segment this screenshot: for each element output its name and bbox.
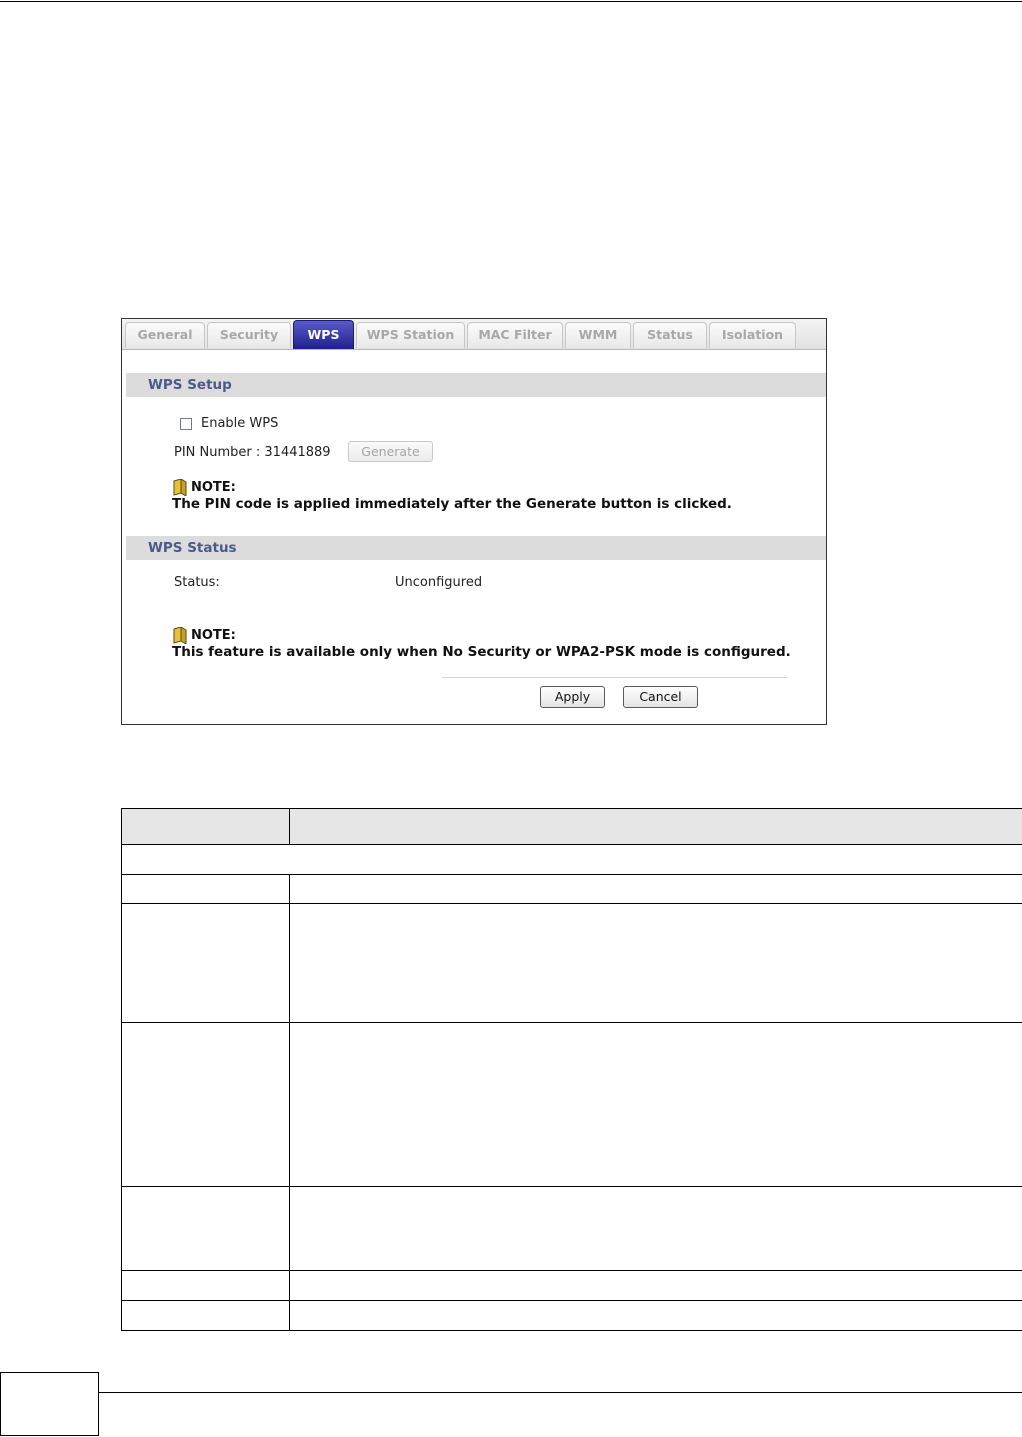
footer-rule (0, 1392, 1022, 1393)
table-row (121, 1022, 1022, 1187)
table-cell (121, 1186, 290, 1271)
table-row (121, 903, 1022, 1023)
apply-button[interactable]: Apply (540, 686, 605, 708)
page-number-box (0, 1372, 99, 1436)
tab-bar: General Security WPS WPS Station MAC Fil… (122, 319, 826, 350)
tab-security[interactable]: Security (207, 322, 291, 348)
tab-mac-filter[interactable]: MAC Filter (467, 322, 563, 348)
status-value: Unconfigured (395, 575, 483, 590)
table-cell (121, 903, 290, 1023)
enable-wps-label: Enable WPS (201, 416, 279, 431)
table-cell (121, 874, 290, 904)
table-cell (289, 1022, 1022, 1187)
wps-setup-header: WPS Setup (126, 373, 826, 397)
setup-note-text: The PIN code is applied immediately afte… (172, 496, 732, 512)
field-description-table (121, 808, 1022, 1331)
cancel-button[interactable]: Cancel (623, 686, 698, 708)
table-cell (121, 844, 1022, 875)
wps-screenshot: General Security WPS WPS Station MAC Fil… (121, 318, 827, 725)
table-row (121, 874, 1022, 904)
setup-note-title: NOTE: (191, 480, 236, 495)
table-cell (121, 1270, 290, 1301)
table-cell (289, 1186, 1022, 1271)
pin-number-label: PIN Number : 31441889 (174, 445, 331, 460)
table-cell (289, 874, 1022, 904)
table-row (121, 1300, 1022, 1331)
table-header-row (121, 808, 1022, 845)
note-icon (173, 479, 187, 496)
tab-isolation[interactable]: Isolation (709, 322, 796, 348)
status-label: Status: (174, 575, 220, 590)
table-cell (121, 1022, 290, 1187)
generate-button[interactable]: Generate (348, 441, 433, 462)
table-cell (121, 1300, 290, 1331)
table-row (121, 1270, 1022, 1301)
wps-status-header: WPS Status (126, 536, 826, 560)
tab-wmm[interactable]: WMM (565, 322, 631, 348)
tab-status[interactable]: Status (633, 322, 707, 348)
tab-general[interactable]: General (125, 322, 205, 348)
page-top-rule (0, 1, 1022, 2)
tab-wps[interactable]: WPS (293, 320, 354, 349)
status-note-text: This feature is available only when No S… (172, 644, 791, 660)
table-cell (289, 1270, 1022, 1301)
table-row (121, 844, 1022, 875)
table-cell (289, 1300, 1022, 1331)
status-note-title: NOTE: (191, 628, 236, 643)
table-row (121, 1186, 1022, 1271)
table-header-cell (121, 808, 290, 845)
table-cell (289, 903, 1022, 1023)
note-icon (173, 627, 187, 644)
button-separator (442, 677, 787, 678)
table-header-cell (289, 808, 1022, 845)
enable-wps-checkbox[interactable] (180, 418, 192, 430)
tab-wps-station[interactable]: WPS Station (356, 322, 465, 348)
